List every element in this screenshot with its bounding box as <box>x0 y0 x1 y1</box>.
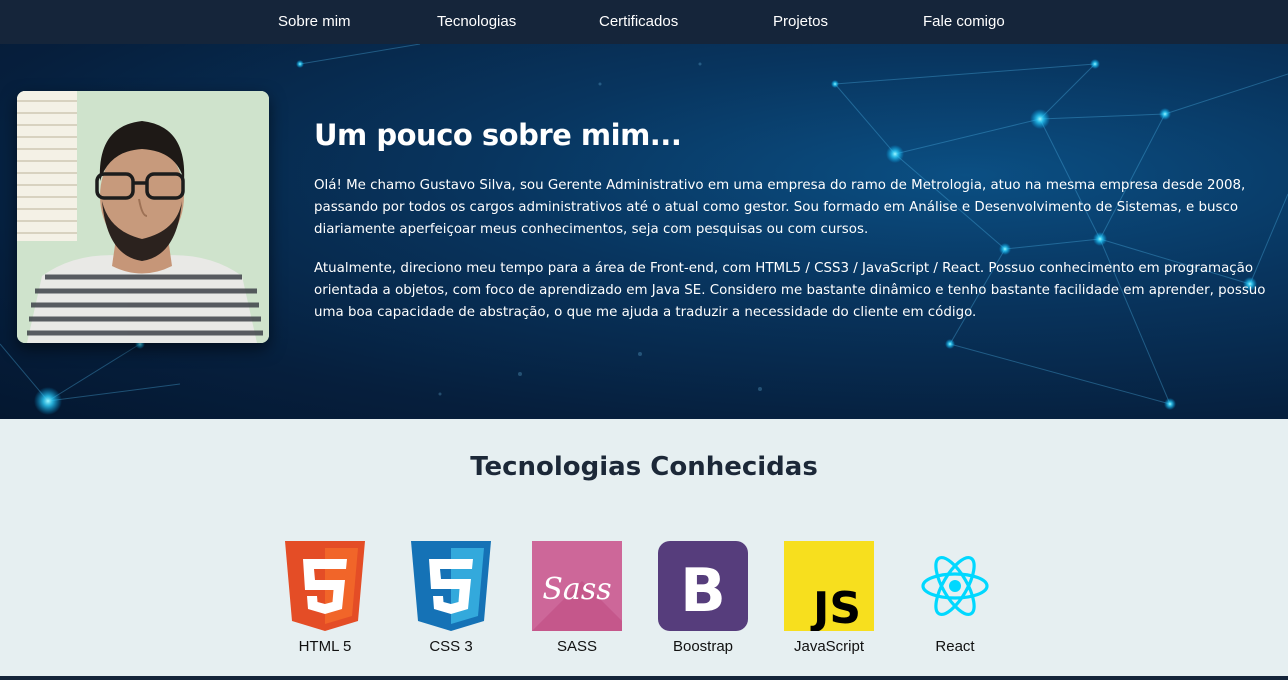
about-section: Um pouco sobre mim... Olá! Me chamo Gust… <box>0 44 1288 419</box>
top-nav: Sobre mim Tecnologias Certificados Proje… <box>0 0 1288 44</box>
tech-label-react: React <box>935 638 975 655</box>
tech-label-html5: HTML 5 <box>298 638 352 655</box>
about-paragraph-2: Atualmente, direciono meu tempo para a á… <box>314 261 1266 320</box>
nav-link-certificados[interactable]: Certificados <box>599 13 678 30</box>
svg-text:B: B <box>680 556 726 626</box>
sass-icon: Sass <box>532 541 622 631</box>
tech-item-css3: CSS 3 <box>406 541 496 661</box>
nav-link-projetos[interactable]: Projetos <box>773 13 828 30</box>
nav-link-sobre-mim[interactable]: Sobre mim <box>278 13 351 30</box>
tech-item-sass: Sass SASS <box>532 541 622 661</box>
nav-link-tecnologias[interactable]: Tecnologias <box>437 13 516 30</box>
svg-text:JS: JS <box>810 583 861 631</box>
about-title: Um pouco sobre mim... <box>314 118 682 152</box>
bootstrap-icon: B <box>658 541 748 631</box>
nav-link-fale-comigo[interactable]: Fale comigo <box>923 13 1005 30</box>
javascript-icon: JS <box>784 541 874 631</box>
svg-text:Sass: Sass <box>542 572 611 607</box>
tech-label-bootstrap: Boostrap <box>672 638 734 655</box>
css3-icon <box>411 541 491 631</box>
tech-section-title: Tecnologias Conhecidas <box>470 452 818 482</box>
tech-item-javascript: JS JavaScript <box>784 541 874 661</box>
section-divider <box>0 676 1288 680</box>
html5-icon <box>285 541 365 631</box>
about-paragraph-1: Olá! Me chamo Gustavo Silva, sou Gerente… <box>314 178 1246 237</box>
tech-item-html5: HTML 5 <box>280 541 370 661</box>
tech-item-bootstrap: B Boostrap <box>658 541 748 661</box>
tech-label-sass: SASS <box>556 638 598 655</box>
tech-item-react: React <box>910 541 1000 661</box>
profile-photo <box>17 91 269 343</box>
tech-label-css3: CSS 3 <box>429 638 473 655</box>
tech-label-javascript: JavaScript <box>793 638 865 655</box>
react-icon <box>921 556 989 616</box>
